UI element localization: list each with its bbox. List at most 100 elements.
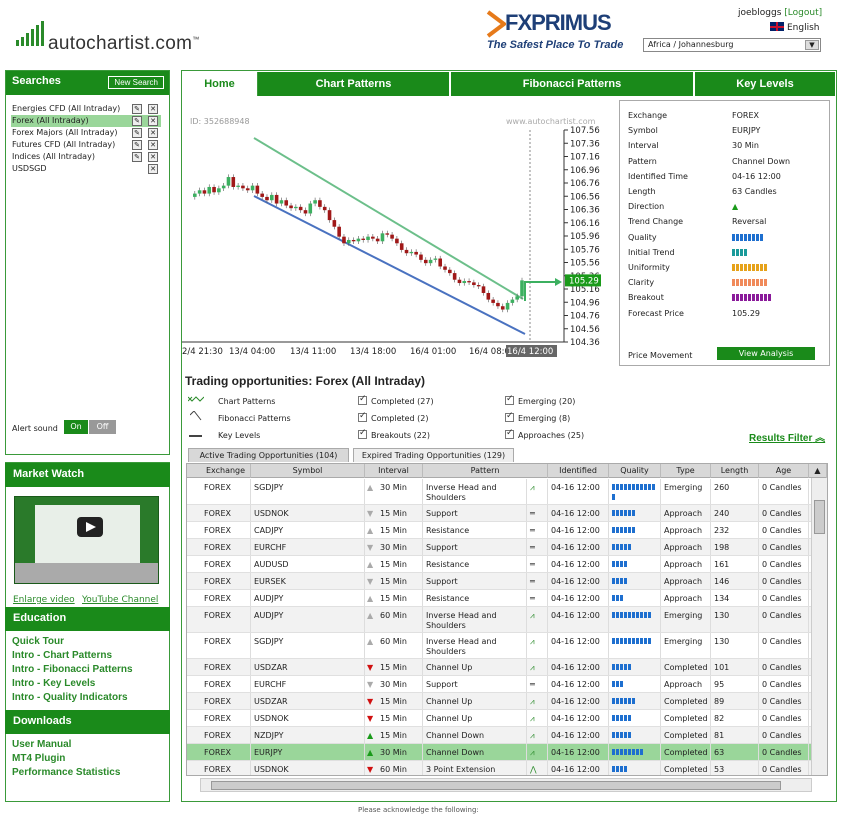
column-header[interactable]: Symbol [251, 464, 365, 478]
youtube-channel-link[interactable]: YouTube Channel [82, 595, 158, 605]
table-row[interactable]: FOREX AUDJPY ▲ 15 Min Resistance ═ 04-16 12:00… [187, 590, 811, 607]
edit-icon[interactable]: ✎ [132, 128, 142, 138]
column-header[interactable]: Interval [365, 464, 423, 478]
edit-icon[interactable]: ✎ [132, 140, 142, 150]
sort-up-icon[interactable]: ▲ [809, 464, 827, 478]
delete-icon[interactable]: ✕ [148, 164, 158, 174]
candle-body [250, 185, 255, 191]
table-row[interactable]: FOREX USDZAR ▼ 15 Min Channel Up ⩘ 04-16 12:00… [187, 659, 811, 676]
filter-breakouts[interactable]: Breakouts (22) [358, 428, 430, 440]
search-item[interactable]: Indices (All Intraday) ✎ ✕ [11, 151, 161, 163]
alert-on-toggle[interactable]: On [64, 420, 88, 434]
filter-completed-chart[interactable]: Completed (27) [358, 394, 434, 406]
tab-chart-patterns[interactable]: Chart Patterns [258, 72, 449, 96]
table-row[interactable]: FOREX EURSEK ▼ 15 Min Support ═ 04-16 12:00 App… [187, 573, 811, 590]
autochartist-logo[interactable]: autochartist.com™ [48, 33, 200, 55]
opportunities-title: Trading opportunities: Forex (All Intrad… [185, 374, 426, 388]
filter-emerging-fib[interactable]: Emerging (8) [505, 411, 570, 423]
fxprimus-logo[interactable]: FXPRIMUS [505, 10, 612, 36]
video-controls[interactable] [15, 563, 158, 583]
download-user-manual[interactable]: User Manual [12, 739, 71, 750]
chart-pattern-icon: ⩘ [527, 693, 548, 709]
candle-body [332, 220, 337, 227]
delete-icon[interactable]: ✕ [148, 116, 158, 126]
cell-symbol: EURJPY [251, 744, 365, 760]
candle-body [241, 185, 245, 189]
filter-emerging-chart[interactable]: Emerging (20) [505, 394, 575, 406]
column-header[interactable]: Identified [548, 464, 609, 478]
alert-off-toggle[interactable]: Off [89, 420, 116, 434]
video-player[interactable] [14, 496, 159, 584]
tab-active-opportunities[interactable]: Active Trading Opportunities (104) [188, 448, 349, 462]
tab-key-levels[interactable]: Key Levels [695, 72, 835, 96]
pattern-chart[interactable]: 107.56 107.36 107.16 106.96 106.76 106.56 106.… [182, 110, 612, 360]
filter-completed-fib[interactable]: Completed (2) [358, 411, 429, 423]
cell-age: 0 Candles [759, 727, 809, 743]
search-item[interactable]: Forex (All Intraday) ✎ ✕ [11, 115, 161, 127]
column-header[interactable]: Exchange [201, 464, 251, 478]
edu-link-quality[interactable]: Intro - Quality Indicators [12, 692, 128, 703]
column-header[interactable]: Age [759, 464, 809, 478]
delete-icon[interactable]: ✕ [148, 140, 158, 150]
table-row[interactable]: FOREX USDNOK ▼ 15 Min Channel Up ⩘ 04-16 12:00… [187, 710, 811, 727]
candle-body [409, 251, 414, 254]
tab-expired-opportunities[interactable]: Expired Trading Opportunities (129) [353, 448, 514, 462]
table-row[interactable]: FOREX EURCHF ▼ 30 Min Support ═ 04-16 12:00 App… [187, 676, 811, 693]
info-label: Quality [628, 232, 657, 242]
quality-bar [732, 294, 772, 302]
table-row[interactable]: FOREX SGDJPY ▲ 60 Min Inverse Head and Shoul… [187, 633, 811, 659]
view-analysis-button[interactable]: View Analysis [717, 347, 815, 360]
column-header[interactable]: Length [711, 464, 759, 478]
delete-icon[interactable]: ✕ [148, 104, 158, 114]
language-selector[interactable]: English [770, 22, 820, 33]
table-row[interactable]: FOREX AUDUSD ▲ 15 Min Resistance ═ 04-16 12:00… [187, 556, 811, 573]
edu-link-key-levels[interactable]: Intro - Key Levels [12, 678, 95, 689]
price-tick-label: 106.96 [570, 166, 600, 176]
price-tick-label: 107.36 [570, 139, 600, 149]
price-tick-label: 105.96 [570, 232, 600, 242]
tab-fibonacci-patterns[interactable]: Fibonacci Patterns [451, 72, 693, 96]
delete-icon[interactable]: ✕ [148, 152, 158, 162]
table-row[interactable]: FOREX USDNOK ▼ 15 Min Support ═ 04-16 12:00 App… [187, 505, 811, 522]
logout-link[interactable]: [Logout] [784, 8, 822, 18]
table-row[interactable]: FOREX AUDJPY ▲ 60 Min Inverse Head and Shoul… [187, 607, 811, 633]
edu-link-quick-tour[interactable]: Quick Tour [12, 636, 64, 647]
scroll-thumb[interactable] [814, 500, 825, 534]
column-header[interactable]: Quality [609, 464, 661, 478]
table-row[interactable]: FOREX EURCHF ▼ 30 Min Support ═ 04-16 12:00 App… [187, 539, 811, 556]
tab-home[interactable]: Home [182, 72, 258, 96]
table-row[interactable]: FOREX EURJPY ▲ 30 Min Channel Down ⩘ 04-16 12:… [187, 744, 811, 761]
column-header[interactable]: Pattern [423, 464, 548, 478]
enlarge-video-link[interactable]: Enlarge video [13, 595, 75, 605]
candle-body [428, 259, 433, 264]
results-filter-link[interactable]: Results Filter ︽ [749, 429, 825, 444]
search-item[interactable]: Forex Majors (All Intraday) ✎ ✕ [11, 127, 161, 139]
user-info: joebloggs [Logout] [738, 8, 823, 18]
new-search-button[interactable]: New Search [108, 76, 164, 89]
edu-link-chart-patterns[interactable]: Intro - Chart Patterns [12, 650, 112, 661]
edu-link-fibonacci[interactable]: Intro - Fibonacci Patterns [12, 664, 133, 675]
horizontal-scrollbar[interactable] [200, 778, 812, 792]
search-item[interactable]: USDSGD ✕ [11, 163, 161, 175]
timezone-select[interactable]: Africa / Johannesburg ▼ [643, 38, 821, 52]
table-row[interactable]: FOREX SGDJPY ▲ 30 Min Inverse Head and Shoul… [187, 479, 811, 505]
direction-icon: ▼ [367, 663, 374, 672]
download-performance-stats[interactable]: Performance Statistics [12, 767, 120, 778]
download-mt4-plugin[interactable]: MT4 Plugin [12, 753, 65, 764]
delete-icon[interactable]: ✕ [148, 128, 158, 138]
table-row[interactable]: FOREX USDNOK ▼ 60 Min 3 Point Extension ⋀ 04-1… [187, 761, 811, 775]
edit-icon[interactable]: ✎ [132, 152, 142, 162]
table-row[interactable]: FOREX USDZAR ▼ 15 Min Channel Up ⩘ 04-16 12:00… [187, 693, 811, 710]
column-header[interactable]: Type [661, 464, 711, 478]
table-row[interactable]: FOREX NZDJPY ▲ 15 Min Channel Down ⩘ 04-16 12:… [187, 727, 811, 744]
vertical-scrollbar[interactable] [811, 478, 827, 775]
hscroll-thumb[interactable] [211, 781, 781, 790]
play-icon[interactable] [77, 517, 103, 537]
edit-icon[interactable]: ✎ [132, 116, 142, 126]
edit-icon[interactable]: ✎ [132, 104, 142, 114]
search-item[interactable]: Futures CFD (All Intraday) ✎ ✕ [11, 139, 161, 151]
search-item[interactable]: Energies CFD (All Intraday) ✎ ✕ [11, 103, 161, 115]
table-row[interactable]: FOREX CADJPY ▲ 15 Min Resistance ═ 04-16 12:00… [187, 522, 811, 539]
filter-approaches[interactable]: Approaches (25) [505, 428, 584, 440]
cell-type: Approach [661, 522, 711, 538]
